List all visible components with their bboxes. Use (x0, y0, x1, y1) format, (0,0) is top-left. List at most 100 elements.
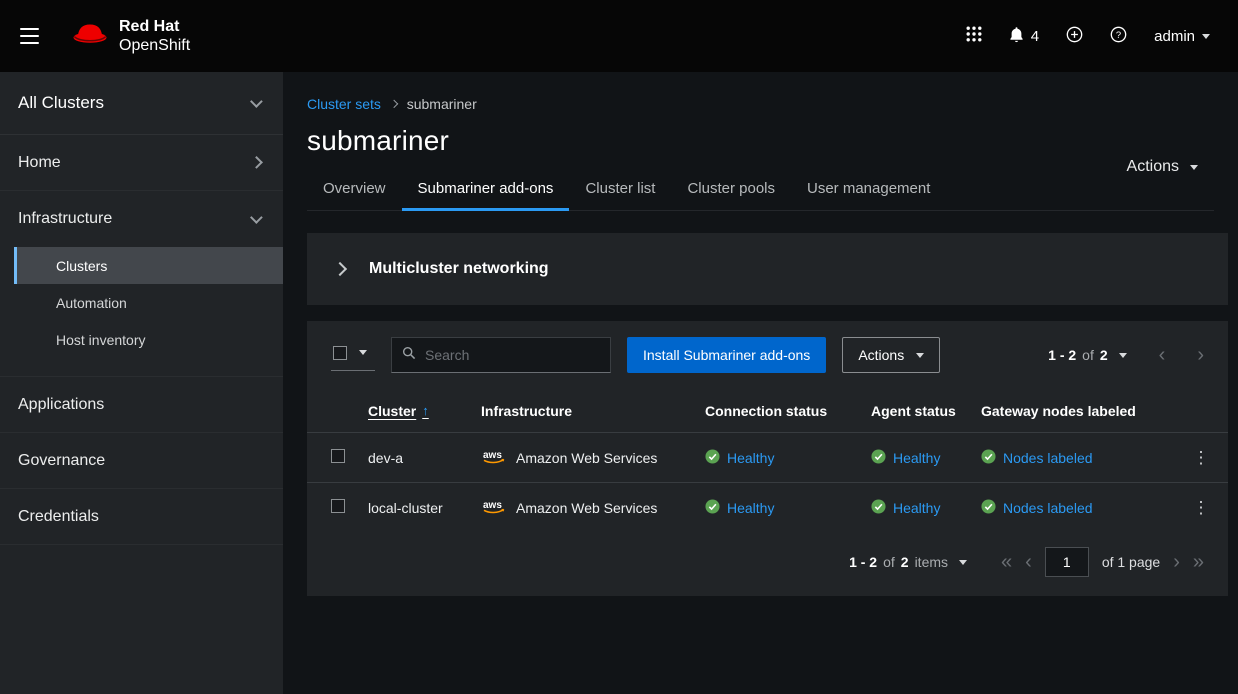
row-checkbox[interactable] (331, 449, 345, 463)
sidebar-item-automation[interactable]: Automation (14, 284, 283, 321)
tab-cluster-pools[interactable]: Cluster pools (671, 174, 791, 210)
chevron-right-icon (390, 100, 398, 108)
top-pagination-toggle[interactable]: 1 - 2 of 2 (1048, 347, 1127, 363)
notifications-button[interactable]: 4 (1009, 26, 1039, 47)
sidebar-item-clusters[interactable]: Clusters (14, 247, 283, 284)
brand-red-hat: Red Hat (119, 17, 190, 36)
page-header: Cluster sets submariner submariner Actio… (283, 72, 1238, 211)
success-check-icon (871, 499, 886, 517)
toolbar-actions-dropdown[interactable]: Actions (842, 337, 940, 373)
sidebar-item-applications[interactable]: Applications (0, 377, 283, 433)
cluster-name: local-cluster (368, 500, 481, 516)
home-label: Home (18, 154, 61, 172)
agent-status-link[interactable]: Healthy (893, 450, 940, 466)
add-resource-button[interactable] (1066, 26, 1083, 47)
gateway-nodes-link[interactable]: Nodes labeled (1003, 450, 1093, 466)
chevron-down-icon (250, 211, 262, 223)
svg-text:aws: aws (483, 450, 502, 461)
infrastructure-cell: aws Amazon Web Services (481, 498, 705, 517)
applications-label: Applications (18, 396, 104, 414)
last-page-button[interactable]: » (1193, 552, 1204, 572)
gateway-nodes-link[interactable]: Nodes labeled (1003, 500, 1093, 516)
search-icon (402, 346, 416, 365)
connection-status-cell: Healthy (705, 499, 871, 517)
install-submariner-add-ons-button[interactable]: Install Submariner add-ons (627, 337, 826, 373)
select-all-checkbox[interactable] (333, 346, 347, 360)
connection-status-link[interactable]: Healthy (727, 450, 774, 466)
openshift-logo: Red Hat OpenShift (69, 17, 190, 55)
bulk-select-dropdown[interactable] (331, 340, 375, 371)
column-header-agent-status: Agent status (871, 403, 981, 419)
chevron-right-icon (250, 156, 262, 168)
sidebar-item-host-inventory[interactable]: Host inventory (14, 321, 283, 358)
page-count-label: of 1 page (1102, 554, 1160, 570)
multicluster-networking-title: Multicluster networking (369, 260, 549, 278)
connection-status-link[interactable]: Healthy (727, 500, 774, 516)
sidebar-item-credentials[interactable]: Credentials (0, 489, 283, 545)
page-actions-dropdown[interactable]: Actions (1127, 158, 1198, 176)
breadcrumb: Cluster sets submariner (307, 96, 1214, 112)
caret-down-icon (1202, 34, 1210, 39)
current-page-input[interactable] (1045, 547, 1089, 577)
success-check-icon (981, 449, 996, 467)
multicluster-networking-expandable[interactable]: Multicluster networking (307, 233, 1228, 305)
success-check-icon (705, 499, 720, 517)
credentials-label: Credentials (18, 508, 99, 526)
app-launcher-button[interactable] (966, 26, 982, 46)
sort-ascending-icon[interactable]: ↑ (422, 403, 429, 418)
brand-openshift: OpenShift (119, 36, 190, 55)
bell-icon (1009, 26, 1024, 47)
tab-submariner-add-ons[interactable]: Submariner add-ons (402, 174, 570, 210)
page-content: Multicluster networking (283, 211, 1238, 620)
table-row-dev-a: dev-a aws Amazon Web Services (307, 432, 1228, 482)
sidebar-item-governance[interactable]: Governance (0, 433, 283, 489)
agent-status-cell: Healthy (871, 499, 981, 517)
bottom-pagination-toggle[interactable]: 1 - 2 of 2 items (849, 554, 967, 570)
username-label: admin (1154, 28, 1195, 45)
user-menu-dropdown[interactable]: admin (1154, 28, 1210, 45)
caret-down-icon (916, 353, 924, 358)
sidebar-nav: All Clusters Home Infrastructure Cluster… (0, 72, 283, 694)
pagination-range: 1 - 2 (1048, 347, 1076, 363)
question-circle-icon: ? (1110, 26, 1127, 47)
agent-status-link[interactable]: Healthy (893, 500, 940, 516)
clusters-table: Cluster ↑ Infrastructure Connection stat… (307, 389, 1228, 532)
tab-overview[interactable]: Overview (307, 174, 402, 210)
success-check-icon (981, 499, 996, 517)
infrastructure-subnav: Clusters Automation Host inventory (0, 247, 283, 377)
expand-chevron-right-icon[interactable] (333, 262, 347, 276)
tab-cluster-list[interactable]: Cluster list (569, 174, 671, 210)
main-content: Cluster sets submariner submariner Actio… (283, 72, 1238, 694)
tab-bar: Overview Submariner add-ons Cluster list… (307, 174, 1214, 211)
row-kebab-menu[interactable]: ⋮ (1185, 445, 1218, 470)
application-window: Red Hat OpenShift (0, 0, 1238, 694)
tab-user-management[interactable]: User management (791, 174, 946, 210)
previous-page-button[interactable]: ‹ (1159, 345, 1166, 365)
row-checkbox[interactable] (331, 499, 345, 513)
next-page-button[interactable]: › (1197, 345, 1204, 365)
connection-status-cell: Healthy (705, 449, 871, 467)
next-page-button[interactable]: › (1173, 552, 1180, 572)
caret-down-icon (359, 350, 367, 355)
cluster-switcher-dropdown[interactable]: All Clusters (0, 72, 283, 135)
column-header-connection-status: Connection status (705, 403, 871, 419)
first-page-button[interactable]: « (1001, 552, 1012, 572)
svg-text:aws: aws (483, 500, 502, 511)
search-input[interactable] (425, 347, 600, 363)
chevron-down-icon (250, 95, 262, 107)
previous-page-button[interactable]: ‹ (1025, 552, 1032, 572)
bottom-pagination: 1 - 2 of 2 items « ‹ of 1 page › » (307, 532, 1228, 596)
help-button[interactable]: ? (1110, 26, 1127, 47)
aws-icon: aws (481, 448, 507, 467)
page-title: submariner (307, 125, 1214, 157)
row-kebab-menu[interactable]: ⋮ (1185, 495, 1218, 520)
gateway-nodes-cell: Nodes labeled (981, 499, 1174, 517)
page-actions-label: Actions (1127, 158, 1179, 176)
sidebar-item-home[interactable]: Home (0, 135, 283, 191)
nav-toggle-button[interactable] (20, 28, 39, 44)
breadcrumb-cluster-sets-link[interactable]: Cluster sets (307, 96, 381, 112)
aws-icon: aws (481, 498, 507, 517)
column-header-cluster[interactable]: Cluster ↑ (368, 403, 481, 419)
submariner-table-card: Install Submariner add-ons Actions 1 - 2… (307, 321, 1228, 596)
sidebar-item-infrastructure[interactable]: Infrastructure (0, 191, 283, 247)
